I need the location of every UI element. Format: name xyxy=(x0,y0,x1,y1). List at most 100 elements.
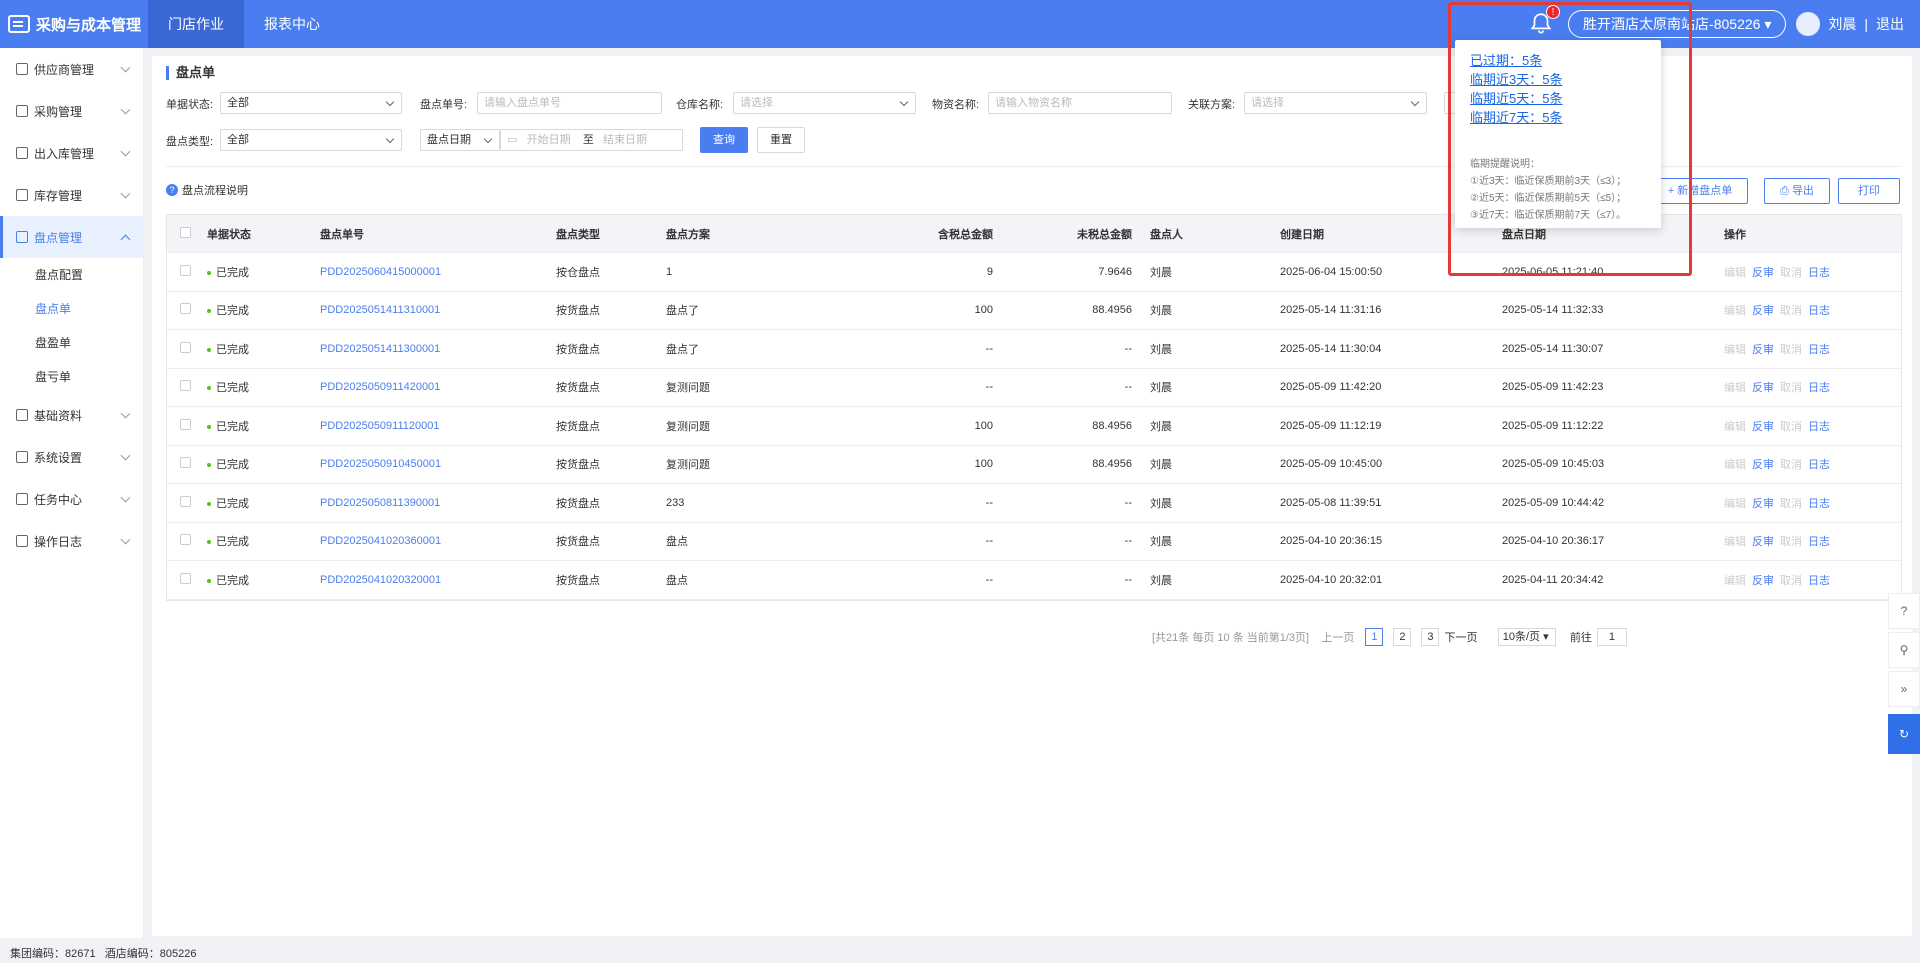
log-button[interactable]: 日志 xyxy=(1808,421,1830,433)
goto-input[interactable]: 1 xyxy=(1596,628,1627,646)
print-button[interactable]: 打印 xyxy=(1838,178,1900,204)
row-checkbox[interactable] xyxy=(167,380,203,394)
avatar[interactable] xyxy=(1796,12,1821,36)
select-all-checkbox[interactable] xyxy=(167,226,203,241)
row-checkbox[interactable] xyxy=(167,303,203,317)
cancel-button[interactable]: 取消 xyxy=(1780,536,1802,548)
plan-select[interactable]: 请选择 xyxy=(1244,92,1427,114)
row-checkbox[interactable] xyxy=(167,495,203,510)
warehouse-select[interactable]: 请选择 xyxy=(733,92,916,114)
log-button[interactable]: 日志 xyxy=(1808,459,1830,471)
edit-button[interactable]: 编辑 xyxy=(1724,575,1746,587)
row-checkbox[interactable] xyxy=(167,457,203,471)
edit-button[interactable]: 编辑 xyxy=(1724,267,1746,279)
row-checkbox[interactable] xyxy=(167,264,203,279)
query-button[interactable]: 查询 xyxy=(700,127,748,153)
next-page[interactable]: 下一页 xyxy=(1444,629,1477,645)
status-select[interactable]: 全部 xyxy=(220,92,402,114)
row-checkbox[interactable] xyxy=(167,572,203,587)
cancel-button[interactable]: 取消 xyxy=(1780,575,1802,587)
reverse-button[interactable]: 反审 xyxy=(1752,498,1774,510)
cancel-button[interactable]: 取消 xyxy=(1780,267,1802,279)
submenu-surplus[interactable]: 盘盈单 xyxy=(0,326,143,360)
log-button[interactable]: 日志 xyxy=(1808,536,1830,548)
cancel-button[interactable]: 取消 xyxy=(1780,459,1802,471)
sidebar-item-settings[interactable]: 系统设置 xyxy=(0,436,143,478)
edit-button[interactable]: 编辑 xyxy=(1724,382,1746,394)
order-no-link[interactable]: PDD2025050811390001 xyxy=(316,497,552,509)
type-select[interactable]: 全部 xyxy=(220,129,402,151)
reverse-button[interactable]: 反审 xyxy=(1752,382,1774,394)
row-checkbox[interactable] xyxy=(167,418,203,433)
log-button[interactable]: 日志 xyxy=(1808,575,1830,587)
prev-page[interactable]: 上一页 xyxy=(1321,629,1354,645)
reset-button[interactable]: 重置 xyxy=(757,127,805,153)
sidebar-item-basic-data[interactable]: 基础资料 xyxy=(0,394,143,436)
page-size-select[interactable]: 10条/页 ▾ xyxy=(1497,628,1556,646)
cancel-button[interactable]: 取消 xyxy=(1780,498,1802,510)
order-no-link[interactable]: PDD2025060415000001 xyxy=(316,266,552,278)
row-checkbox[interactable] xyxy=(167,341,203,356)
page-2[interactable]: 2 xyxy=(1393,628,1412,646)
process-help-link[interactable]: ? 盘点流程说明 xyxy=(166,182,248,198)
row-checkbox[interactable] xyxy=(167,534,203,548)
sidebar-item-logs[interactable]: 操作日志 xyxy=(0,520,143,562)
sidebar-item-tasks[interactable]: 任务中心 xyxy=(0,478,143,520)
order-no-link[interactable]: PDD2025041020360001 xyxy=(316,535,552,547)
log-button[interactable]: 日志 xyxy=(1808,267,1830,279)
date-range-picker[interactable]: ▭ 开始日期 至 结束日期 xyxy=(500,129,683,151)
reverse-button[interactable]: 反审 xyxy=(1752,536,1774,548)
cancel-button[interactable]: 取消 xyxy=(1780,382,1802,394)
edit-button[interactable]: 编辑 xyxy=(1724,305,1746,317)
cancel-button[interactable]: 取消 xyxy=(1780,344,1802,356)
reverse-button[interactable]: 反审 xyxy=(1752,344,1774,356)
user-name[interactable]: 刘晨 xyxy=(1828,14,1856,34)
reverse-button[interactable]: 反审 xyxy=(1752,421,1774,433)
sidebar-item-purchase[interactable]: 采购管理 xyxy=(0,90,143,132)
sidebar-item-supplier[interactable]: 供应商管理 xyxy=(0,48,143,90)
reverse-button[interactable]: 反审 xyxy=(1752,267,1774,279)
export-button[interactable]: ⎙ 导出 xyxy=(1764,178,1830,204)
help-float-button[interactable]: ? xyxy=(1888,593,1920,629)
end-date[interactable]: 结束日期 xyxy=(603,134,647,146)
order-no-link[interactable]: PDD2025051411310001 xyxy=(316,304,552,316)
app-logo[interactable]: 采购与成本管理 xyxy=(0,0,148,48)
log-button[interactable]: 日志 xyxy=(1808,498,1830,510)
date-type-select[interactable]: 盘点日期 xyxy=(420,129,500,151)
edit-button[interactable]: 编辑 xyxy=(1724,344,1746,356)
edit-button[interactable]: 编辑 xyxy=(1724,536,1746,548)
sidebar-item-inout[interactable]: 出入库管理 xyxy=(0,132,143,174)
edit-button[interactable]: 编辑 xyxy=(1724,498,1746,510)
log-button[interactable]: 日志 xyxy=(1808,344,1830,356)
order-no-input[interactable]: 请输入盘点单号 xyxy=(477,92,662,114)
log-button[interactable]: 日志 xyxy=(1808,305,1830,317)
edit-button[interactable]: 编辑 xyxy=(1724,421,1746,433)
logout-link[interactable]: 退出 xyxy=(1876,14,1904,34)
expand-float-button[interactable]: » xyxy=(1888,671,1920,707)
link-float-button[interactable]: ⚲ xyxy=(1888,632,1920,668)
page-1[interactable]: 1 xyxy=(1365,628,1384,646)
log-button[interactable]: 日志 xyxy=(1808,382,1830,394)
order-no-link[interactable]: PDD2025050910450001 xyxy=(316,458,552,470)
cancel-button[interactable]: 取消 xyxy=(1780,421,1802,433)
reverse-button[interactable]: 反审 xyxy=(1752,459,1774,471)
reverse-button[interactable]: 反审 xyxy=(1752,305,1774,317)
tab-report-center[interactable]: 报表中心 xyxy=(244,0,340,48)
order-no-link[interactable]: PDD2025051411300001 xyxy=(316,343,552,355)
sidebar-item-inventory[interactable]: 库存管理 xyxy=(0,174,143,216)
submenu-stocktake-config[interactable]: 盘点配置 xyxy=(0,258,143,292)
customer-service-button[interactable]: ↻ xyxy=(1888,714,1920,754)
submenu-stocktake-sheet[interactable]: 盘点单 xyxy=(0,292,143,326)
edit-button[interactable]: 编辑 xyxy=(1724,459,1746,471)
tab-store-ops[interactable]: 门店作业 xyxy=(148,0,244,48)
material-input[interactable]: 请输入物资名称 xyxy=(988,92,1172,114)
page-3[interactable]: 3 xyxy=(1421,628,1440,646)
reverse-button[interactable]: 反审 xyxy=(1752,575,1774,587)
order-no-link[interactable]: PDD2025050911420001 xyxy=(316,381,552,393)
sidebar-item-stocktake[interactable]: 盘点管理 xyxy=(0,216,143,258)
order-no-link[interactable]: PDD2025041020320001 xyxy=(316,574,552,586)
submenu-loss[interactable]: 盘亏单 xyxy=(0,360,143,394)
start-date[interactable]: 开始日期 xyxy=(527,134,571,146)
cancel-button[interactable]: 取消 xyxy=(1780,305,1802,317)
order-no-link[interactable]: PDD2025050911120001 xyxy=(316,420,552,432)
